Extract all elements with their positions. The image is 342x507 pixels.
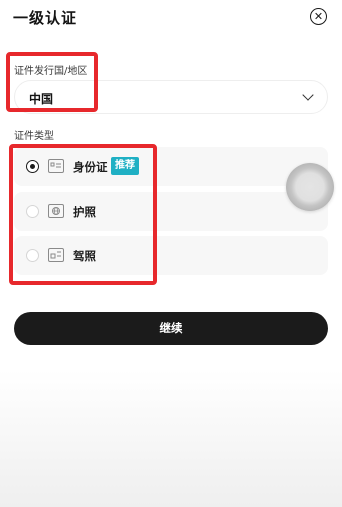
doc-option-driver-license[interactable]: 驾照 (14, 236, 328, 275)
doc-option-passport[interactable]: 护照 (14, 192, 328, 231)
country-dropdown[interactable]: 中国 (14, 80, 328, 114)
continue-button[interactable]: 继续 (14, 312, 328, 345)
chevron-down-icon (302, 89, 314, 101)
radio-unselected[interactable] (26, 205, 39, 218)
doc-option-label: 驾照 (73, 249, 96, 263)
close-icon[interactable]: ✕ (310, 8, 327, 25)
doc-option-label: 护照 (73, 205, 96, 219)
page-title: 一级认证 (13, 9, 78, 27)
doc-type-section-label: 证件类型 (14, 131, 54, 142)
radio-unselected[interactable] (26, 249, 39, 262)
passport-icon (48, 204, 64, 218)
doc-option-label: 身份证 (73, 160, 108, 174)
floating-assistive-button[interactable] (286, 163, 334, 211)
driver-license-icon (48, 248, 64, 262)
country-section-label: 证件发行国/地区 (14, 66, 88, 77)
recommended-badge: 推荐 (111, 157, 139, 175)
header: 一级认证 ✕ (0, 0, 342, 34)
country-value: 中国 (29, 92, 54, 106)
id-card-icon (48, 159, 64, 173)
radio-selected[interactable] (26, 160, 39, 173)
doc-option-id-card[interactable]: 身份证 推荐 (14, 147, 328, 186)
